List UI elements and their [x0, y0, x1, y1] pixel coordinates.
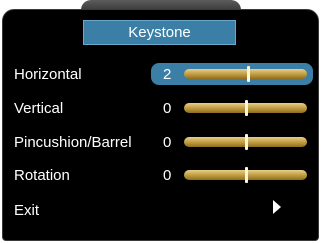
menu-item-pincushion-barrel[interactable]: Pincushion/Barrel 0	[0, 131, 321, 155]
menu-item-label: Pincushion/Barrel	[14, 134, 132, 151]
vertical-slider[interactable]	[184, 100, 307, 116]
menu-item-value: 2	[163, 66, 172, 83]
menu-item-label: Exit	[14, 202, 40, 219]
menu-item-label: Rotation	[14, 167, 70, 184]
menu-item-rotation[interactable]: Rotation 0	[0, 164, 321, 188]
horizontal-slider[interactable]	[184, 66, 307, 82]
menu-title-text: Keystone	[128, 24, 191, 41]
menu-item-value: 0	[163, 134, 172, 151]
pincushion-barrel-slider[interactable]	[184, 134, 307, 150]
slider-thumb[interactable]	[244, 100, 248, 116]
menu-item-value: 0	[163, 167, 172, 184]
slider-thumb[interactable]	[244, 167, 248, 183]
slider-thumb[interactable]	[246, 66, 250, 82]
rotation-slider[interactable]	[184, 167, 307, 183]
menu-item-label: Vertical	[14, 100, 64, 117]
menu-item-label: Horizontal	[14, 66, 82, 83]
menu-item-vertical[interactable]: Vertical 0	[0, 97, 321, 121]
menu-item-value: 0	[163, 100, 172, 117]
slider-thumb[interactable]	[244, 134, 248, 150]
menu-title: Keystone	[83, 20, 236, 45]
menu-item-horizontal[interactable]: Horizontal 2	[0, 63, 321, 87]
play-arrow-icon[interactable]	[273, 200, 281, 214]
